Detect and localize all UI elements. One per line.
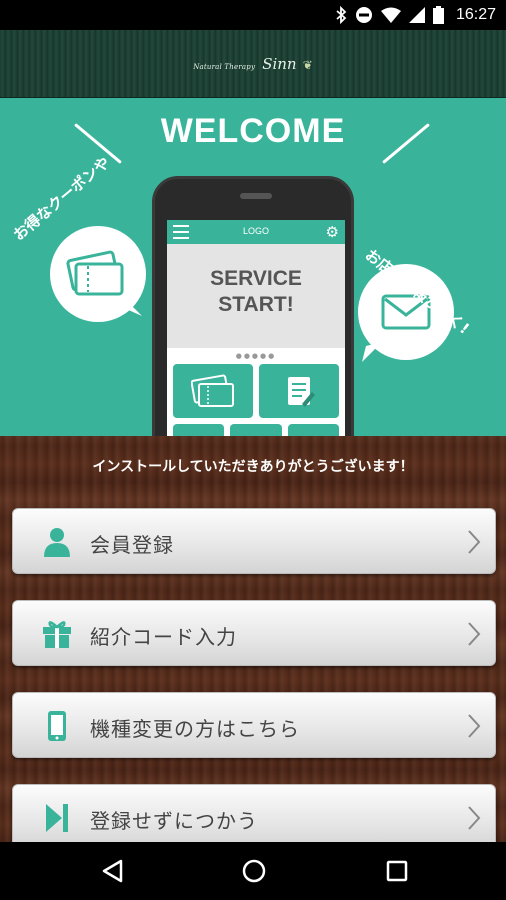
gift-icon [41, 618, 73, 650]
coupon-bubble-tail [122, 296, 142, 316]
mock-app-bar: LOGO ⚙ [167, 220, 345, 244]
leaf-icon: ❦ [302, 58, 313, 72]
smartphone-icon [41, 710, 73, 742]
phone-speaker [240, 193, 272, 199]
info-bubble-tail [362, 342, 382, 362]
carousel-dots: ●●●●● [235, 352, 277, 360]
menu-section: インストールしていただきありがとうございます！ 会員登録 紹介コード入力 機種変… [0, 436, 506, 850]
chevron-right-icon [468, 530, 481, 554]
referral-code-label: 紹介コード入力 [90, 625, 237, 649]
member-registration-button[interactable]: 会員登録 [12, 508, 496, 574]
welcome-title: WELCOME [160, 112, 346, 150]
status-bar: 16:27 [0, 0, 506, 30]
user-icon [41, 526, 73, 558]
chevron-right-icon [468, 714, 481, 738]
mock-tile [173, 424, 225, 436]
chevron-right-icon [468, 622, 481, 646]
back-icon[interactable] [97, 856, 127, 886]
welcome-hero: WELCOME お得なクーポンや お店の情報が届く! LOGO ⚙ SERVIC… [0, 98, 506, 436]
phone-mockup: LOGO ⚙ SERVICE START! ●●●●● [152, 176, 354, 436]
brand-tagline: Natural Therapy [193, 63, 256, 71]
mock-banner: SERVICE START! [167, 244, 345, 348]
mock-tile [230, 424, 282, 436]
skip-registration-label: 登録せずにつかう [90, 809, 258, 833]
device-change-button[interactable]: 機種変更の方はこちら [12, 692, 496, 758]
do-not-disturb-icon [355, 7, 372, 23]
chevron-right-icon [468, 806, 481, 830]
mock-tile-form [259, 364, 339, 418]
gear-icon: ⚙ [325, 223, 339, 241]
status-icons: 16:27 [335, 5, 496, 25]
ticket-icon [191, 374, 234, 407]
home-icon[interactable] [239, 856, 269, 886]
navigation-bar [0, 842, 506, 900]
battery-icon [432, 6, 444, 24]
thanks-message: インストールしていただきありがとうございます！ [92, 459, 414, 475]
mock-tiles [167, 364, 345, 436]
mock-tile [287, 424, 339, 436]
mock-logo: LOGO [242, 226, 269, 236]
mock-tile-coupon [173, 364, 253, 418]
mock-banner-line2: START! [218, 293, 294, 316]
ticket-icon [66, 250, 124, 296]
skip-registration-button[interactable]: 登録せずにつかう [12, 784, 496, 850]
recents-icon[interactable] [382, 856, 412, 886]
app-header: Natural Therapy Sinn ❦ [0, 30, 506, 98]
referral-code-button[interactable]: 紹介コード入力 [12, 600, 496, 666]
member-registration-label: 会員登録 [90, 533, 174, 557]
skip-icon [41, 802, 73, 834]
mock-banner-line1: SERVICE [210, 267, 302, 290]
brand-logo: Natural Therapy Sinn ❦ [0, 54, 506, 73]
phone-screen: LOGO ⚙ SERVICE START! ●●●●● [167, 220, 345, 436]
brand-name: Sinn [262, 55, 297, 73]
status-time: 16:27 [455, 6, 496, 23]
form-icon [288, 377, 315, 407]
signal-icon [408, 7, 425, 23]
device-change-label: 機種変更の方はこちら [90, 717, 300, 741]
bluetooth-icon [336, 6, 347, 24]
wifi-icon [380, 7, 401, 23]
